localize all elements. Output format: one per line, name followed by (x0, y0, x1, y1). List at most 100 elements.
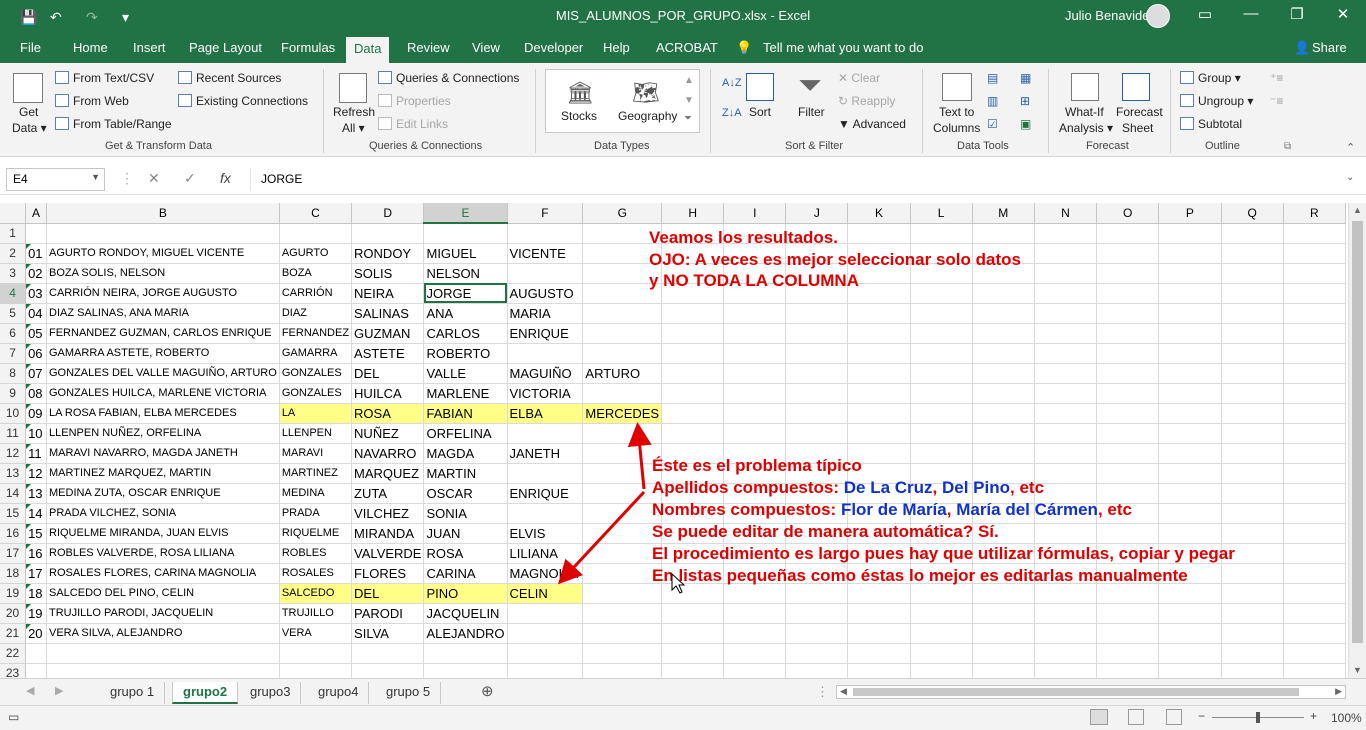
cell-empty[interactable] (1096, 383, 1160, 404)
cell-empty[interactable] (847, 383, 911, 404)
cell-c[interactable]: TRUJILLO (279, 603, 353, 624)
avatar[interactable] (1146, 4, 1170, 28)
name-box-dropdown-icon[interactable]: ▼ (91, 172, 100, 182)
cell-e[interactable]: ROSA (423, 543, 508, 564)
tab-split-handle-icon[interactable]: ⋮ (816, 684, 829, 700)
cell-g[interactable] (582, 543, 663, 564)
cell-g[interactable] (582, 663, 663, 678)
cell-d[interactable]: SALINAS (351, 303, 425, 324)
cell-empty[interactable] (661, 363, 725, 384)
cell-empty[interactable] (1034, 263, 1098, 284)
sheet-tab[interactable]: grupo 5 (376, 682, 442, 704)
cell-empty[interactable] (1283, 523, 1346, 544)
cell-empty[interactable] (785, 403, 849, 424)
row-header[interactable]: 18 (0, 563, 27, 584)
cell-c[interactable]: GONZALES (279, 383, 353, 404)
column-header[interactable]: M (972, 203, 1035, 224)
sort-icon[interactable] (746, 73, 774, 101)
share-icon[interactable]: 👤 (1294, 40, 1310, 58)
user-name[interactable]: Julio Benavides (1065, 8, 1156, 23)
cell-b[interactable]: MEDINA ZUTA, OSCAR ENRIQUE (46, 483, 280, 504)
zoom-in-icon[interactable]: + (1310, 709, 1317, 723)
scroll-up-icon[interactable]: ▲ (1353, 205, 1362, 215)
sheet-tab[interactable]: grupo3 (240, 682, 302, 704)
cell-empty[interactable] (972, 403, 1035, 424)
cell-g[interactable] (582, 343, 663, 364)
cell-e[interactable]: ROBERTO (423, 343, 508, 364)
cell-a[interactable]: 04 (25, 303, 47, 324)
enter-icon[interactable]: ✓ (184, 170, 196, 187)
cell-c[interactable] (279, 643, 353, 664)
recent-sources-button[interactable]: Recent Sources (178, 71, 281, 85)
row-header[interactable]: 21 (0, 623, 27, 644)
cell-empty[interactable] (972, 323, 1035, 344)
forecast-sheet-button[interactable]: Forecast (1116, 105, 1163, 119)
row-header[interactable]: 14 (0, 483, 27, 504)
cell-empty[interactable] (1221, 663, 1284, 678)
cell-empty[interactable] (1034, 343, 1098, 364)
restore-icon[interactable]: ❐ (1285, 5, 1309, 23)
cell-e[interactable]: PINO (423, 583, 508, 604)
cell-g[interactable] (582, 463, 663, 484)
cell-empty[interactable] (1221, 403, 1284, 424)
page-break-view-icon[interactable] (1166, 709, 1182, 725)
ribbon-display-options-icon[interactable]: ▭ (1193, 5, 1217, 23)
cell-empty[interactable] (1283, 463, 1346, 484)
cell-f[interactable] (507, 263, 584, 284)
cell-empty[interactable] (1096, 223, 1160, 244)
cell-empty[interactable] (661, 323, 725, 344)
zoom-out-icon[interactable]: − (1198, 709, 1205, 723)
cell-empty[interactable] (910, 423, 973, 444)
cell-d[interactable]: GUZMAN (351, 323, 425, 344)
cell-empty[interactable] (1283, 343, 1346, 364)
cell-empty[interactable] (785, 423, 849, 444)
row-header[interactable]: 22 (0, 643, 27, 664)
cell-c[interactable]: FERNANDEZ (279, 323, 353, 344)
cell-b[interactable]: RIQUELME MIRANDA, JUAN ELVIS (46, 523, 280, 544)
tab-insert[interactable]: Insert (133, 40, 166, 58)
cell-g[interactable] (582, 303, 663, 324)
queries-connections-button[interactable]: Queries & Connections (378, 71, 519, 85)
stocks-button[interactable]: Stocks (561, 109, 597, 123)
edit-links-button[interactable]: Edit Links (378, 117, 448, 131)
cell-empty[interactable] (847, 423, 911, 444)
cell-b[interactable]: TRUJILLO PARODI, JACQUELIN (46, 603, 280, 624)
properties-button[interactable]: Properties (378, 94, 451, 108)
cell-empty[interactable] (1283, 283, 1346, 304)
cell-f[interactable]: ENRIQUE (507, 323, 584, 344)
cell-b[interactable]: AGURTO RONDOY, MIGUEL VICENTE (46, 243, 280, 264)
forecast-sheet-label2[interactable]: Sheet (1122, 121, 1153, 135)
cell-a[interactable]: 12 (25, 463, 47, 484)
cell-empty[interactable] (723, 343, 787, 364)
from-table-range-button[interactable]: From Table/Range (55, 117, 172, 131)
cell-empty[interactable] (723, 643, 787, 664)
column-header[interactable]: P (1158, 203, 1222, 224)
cell-empty[interactable] (661, 303, 725, 324)
cell-f[interactable] (507, 623, 584, 644)
cell-g[interactable]: ARTURO (582, 363, 663, 384)
column-header[interactable]: F (507, 203, 584, 224)
cell-empty[interactable] (1158, 283, 1222, 304)
cell-empty[interactable] (1034, 623, 1098, 644)
cell-empty[interactable] (661, 383, 725, 404)
cell-empty[interactable] (1158, 303, 1222, 324)
subtotal-button[interactable]: Subtotal (1180, 117, 1242, 131)
cell-empty[interactable] (1096, 603, 1160, 624)
cell-empty[interactable] (1221, 263, 1284, 284)
cell-a[interactable]: 10 (25, 423, 47, 444)
row-header[interactable]: 3 (0, 263, 27, 284)
cell-empty[interactable] (1283, 563, 1346, 584)
cell-empty[interactable] (785, 303, 849, 324)
cell-empty[interactable] (723, 303, 787, 324)
cell-empty[interactable] (972, 623, 1035, 644)
cell-b[interactable]: GONZALES DEL VALLE MAGUIÑO, ARTURO (46, 363, 280, 384)
row-header[interactable]: 8 (0, 363, 27, 384)
cell-empty[interactable] (847, 663, 911, 678)
filter-icon[interactable]: ⏷ (798, 69, 822, 103)
cell-a[interactable]: 03 (25, 283, 47, 304)
row-header[interactable]: 17 (0, 543, 27, 564)
scroll-down-icon[interactable]: ▼ (1353, 665, 1362, 675)
row-header[interactable]: 13 (0, 463, 27, 484)
expand-formula-bar-icon[interactable]: ⌄ (1346, 172, 1354, 183)
vertical-scrollbar[interactable]: ▲ ▼ (1348, 203, 1366, 678)
